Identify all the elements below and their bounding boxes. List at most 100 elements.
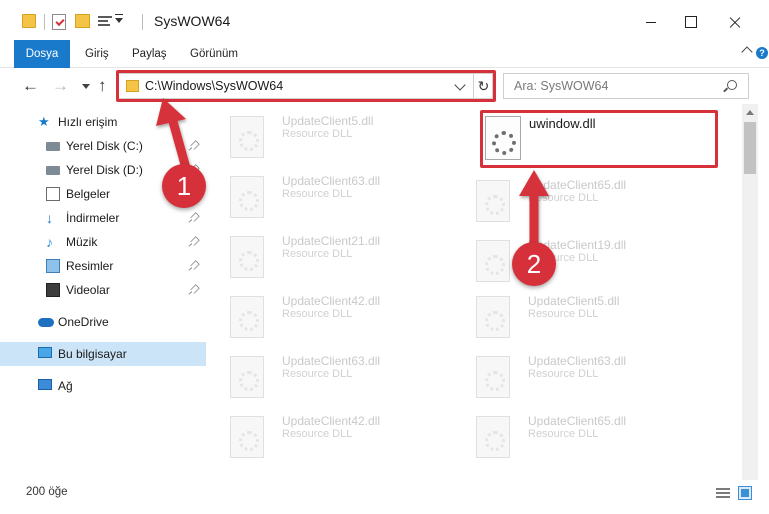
expand-ribbon-icon[interactable] — [741, 46, 753, 58]
pin-icon[interactable] — [190, 260, 200, 270]
disk-icon — [46, 142, 60, 151]
properties-icon[interactable] — [52, 14, 66, 30]
tab-file[interactable]: Dosya — [14, 40, 70, 68]
customize-bar-icon — [115, 14, 123, 15]
pin-icon[interactable] — [190, 284, 200, 294]
file-item[interactable]: UpdateClient19.dll Resource DLL — [454, 230, 694, 282]
videos-icon — [46, 283, 60, 297]
tab-home[interactable]: Giriş — [85, 40, 109, 68]
view-icon[interactable] — [98, 14, 112, 28]
pin-icon[interactable] — [190, 236, 200, 246]
ribbon: Dosya Giriş Paylaş Görünüm ? — [0, 40, 769, 68]
scrollbar-thumb[interactable] — [744, 122, 756, 174]
file-name: UpdateClient5.dll — [528, 294, 620, 308]
dll-file-icon — [230, 416, 264, 458]
file-item[interactable]: UpdateClient42.dll Resource DLL — [208, 406, 448, 458]
pictures-icon — [46, 259, 60, 273]
up-button[interactable]: ↑ — [98, 76, 107, 96]
file-type: Resource DLL — [528, 428, 599, 440]
folder-icon — [22, 14, 36, 28]
file-name: UpdateClient63.dll — [282, 174, 381, 188]
file-type: Resource DLL — [282, 308, 353, 320]
file-item[interactable]: UpdateClient5.dll Resource DLL — [454, 286, 694, 338]
toolbar-divider — [44, 14, 45, 30]
search-placeholder: Ara: SysWOW64 — [514, 79, 609, 93]
new-folder-icon[interactable] — [75, 14, 90, 28]
tab-view[interactable]: Görünüm — [190, 40, 238, 68]
item-count: 200 öğe — [26, 486, 68, 498]
dll-file-icon — [476, 240, 510, 282]
details-view-icon[interactable] — [716, 488, 730, 500]
sidebar-item-this-pc[interactable]: Bu bilgisayar — [0, 342, 206, 366]
vertical-scrollbar[interactable] — [742, 104, 758, 480]
sidebar-item-downloads[interactable]: ↓ İndirmeler — [0, 206, 206, 230]
file-name: UpdateClient65.dll — [528, 414, 627, 428]
sidebar-item-quick-access[interactable]: ★ Hızlı erişim — [0, 110, 206, 134]
dll-file-icon — [230, 356, 264, 398]
sidebar-item-music[interactable]: ♪ Müzik — [0, 230, 206, 254]
file-name: UpdateClient63.dll — [528, 354, 627, 368]
step-badge-1: 1 — [162, 164, 206, 208]
scroll-up-icon[interactable] — [746, 110, 754, 115]
dll-file-icon — [476, 180, 510, 222]
customize-quick-access-icon[interactable] — [115, 18, 123, 23]
file-type: Resource DLL — [282, 428, 353, 440]
sidebar-item-label: Belgeler — [66, 187, 111, 201]
disk-icon — [46, 166, 60, 175]
file-item[interactable]: UpdateClient63.dll Resource DLL — [454, 346, 694, 398]
sidebar-item-label: Ağ — [58, 379, 73, 393]
network-icon — [38, 379, 52, 390]
sidebar-item-network[interactable]: Ağ — [0, 374, 206, 398]
music-icon: ♪ — [46, 234, 53, 250]
file-type: Resource DLL — [282, 188, 353, 200]
file-item[interactable]: UpdateClient65.dll Resource DLL — [454, 170, 694, 222]
status-bar: 200 öğe — [0, 480, 769, 514]
sidebar-item-label: OneDrive — [58, 315, 109, 329]
cloud-icon — [38, 318, 54, 327]
file-item[interactable]: UpdateClient21.dll Resource DLL — [208, 226, 448, 278]
file-type: Resource DLL — [528, 368, 599, 380]
pin-icon[interactable] — [190, 140, 200, 150]
window-title: SysWOW64 — [154, 13, 231, 29]
title-divider — [142, 14, 143, 30]
dll-file-icon — [476, 356, 510, 398]
file-item[interactable]: UpdateClient42.dll Resource DLL — [208, 286, 448, 338]
documents-icon — [46, 187, 60, 201]
dll-file-icon — [230, 236, 264, 278]
back-button[interactable]: ← — [22, 76, 39, 96]
sidebar-item-label: Yerel Disk (C:) — [66, 139, 143, 153]
sidebar-item-label: Resimler — [66, 259, 114, 273]
downloads-icon: ↓ — [46, 210, 53, 226]
pin-icon[interactable] — [190, 212, 200, 222]
file-item[interactable]: UpdateClient65.dll Resource DLL — [454, 406, 694, 458]
sidebar-item-label: İndirmeler — [66, 211, 120, 225]
file-item[interactable]: UpdateClient63.dll Resource DLL — [208, 166, 448, 218]
file-name: UpdateClient21.dll — [282, 234, 381, 248]
sidebar-item-label: Videolar — [66, 283, 110, 297]
file-name: UpdateClient42.dll — [282, 414, 381, 428]
computer-icon — [38, 347, 52, 358]
file-name: UpdateClient42.dll — [282, 294, 381, 308]
sidebar-item-local-disk-c[interactable]: Yerel Disk (C:) — [0, 134, 206, 158]
sidebar-item-label: Hızlı erişim — [58, 115, 118, 129]
sidebar-item-label: Yerel Disk (D:) — [66, 163, 143, 177]
file-name: UpdateClient65.dll — [528, 178, 627, 192]
dll-file-icon — [230, 176, 264, 218]
close-button[interactable] — [712, 8, 758, 36]
file-item[interactable]: UpdateClient5.dll Resource DLL — [208, 106, 448, 158]
maximize-button[interactable] — [668, 8, 714, 36]
help-icon[interactable]: ? — [756, 47, 768, 59]
recent-locations-icon[interactable] — [82, 84, 90, 89]
file-item[interactable]: UpdateClient63.dll Resource DLL — [208, 346, 448, 398]
search-icon[interactable] — [727, 80, 737, 90]
search-input[interactable]: Ara: SysWOW64 — [503, 73, 749, 99]
tab-share[interactable]: Paylaş — [132, 40, 167, 68]
forward-button[interactable]: → — [52, 76, 69, 96]
large-icons-view-icon[interactable] — [738, 486, 752, 500]
sidebar-item-onedrive[interactable]: OneDrive — [0, 310, 206, 334]
file-type: Resource DLL — [528, 192, 599, 204]
sidebar-item-videos[interactable]: Videolar — [0, 278, 206, 302]
sidebar-item-pictures[interactable]: Resimler — [0, 254, 206, 278]
file-type: Resource DLL — [528, 308, 599, 320]
dll-file-icon — [230, 116, 264, 158]
